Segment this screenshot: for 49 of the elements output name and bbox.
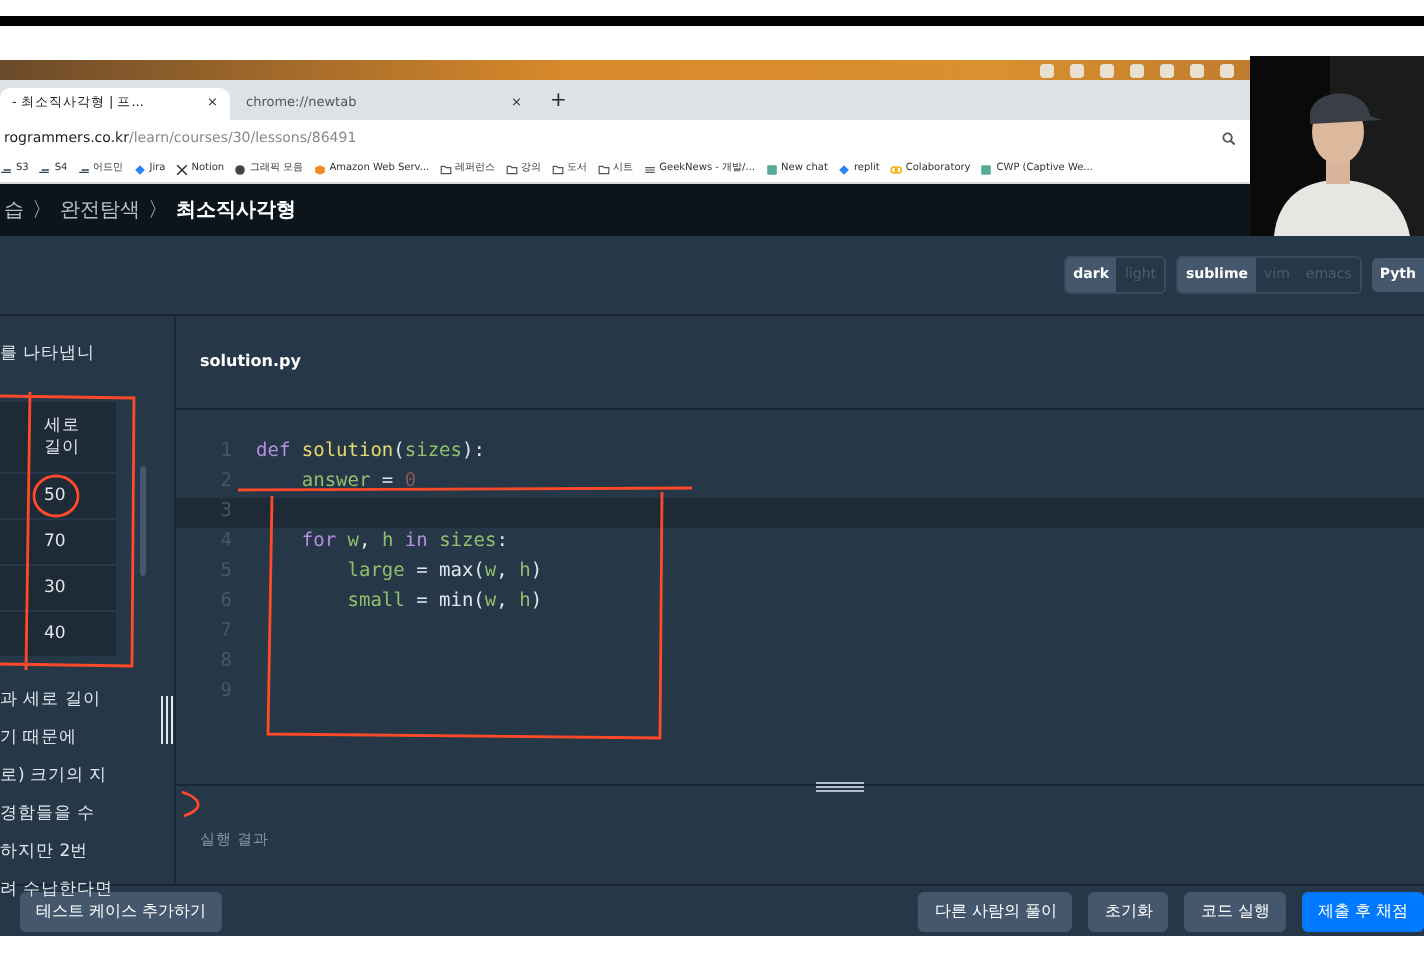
table-cell: 70 [44, 529, 66, 555]
breadcrumb-link[interactable]: 완전탐색 [60, 195, 140, 225]
problem-text: 기 때문에 [0, 726, 80, 753]
folder-icon [597, 163, 610, 175]
table-cell: 40 [44, 621, 66, 647]
problem-text: 경함들을 수 [0, 802, 98, 829]
folder-icon [551, 163, 564, 175]
new-tab-button[interactable]: + [538, 86, 579, 120]
extension-icon[interactable] [1160, 63, 1174, 77]
file-name[interactable]: solution.py [200, 350, 301, 374]
table-header: 세로 [44, 415, 80, 437]
table-cell: 50 [44, 483, 66, 509]
folder-icon [505, 163, 518, 175]
code-line: def solution(sizes): [256, 438, 485, 467]
breadcrumb-link[interactable]: 습 [4, 195, 24, 225]
code-line: small = min(w, h) [345, 588, 543, 617]
chevron-icon: 〉 [32, 195, 52, 225]
action-button[interactable]: 초기화 [1088, 891, 1169, 931]
folder-icon [439, 163, 452, 175]
problem-text: 를 나타냅니 [0, 342, 98, 369]
rings-icon [889, 163, 902, 175]
code-line: large = max(w, h) [345, 558, 543, 587]
resize-handle[interactable] [816, 782, 864, 792]
globe-icon [234, 163, 247, 175]
square-icon [765, 163, 777, 175]
table-header: 길이 [44, 437, 80, 459]
problem-text: 과 세로 길이 [0, 688, 103, 715]
diamond-icon [133, 163, 146, 175]
extension-icon[interactable] [1100, 63, 1114, 77]
extension-icon[interactable] [1190, 63, 1204, 77]
square-icon [980, 163, 993, 175]
action-button[interactable]: 코드 실행 [1184, 891, 1286, 931]
diamond-icon [837, 163, 850, 175]
code-line: for w, h in sizes: [299, 528, 508, 557]
cube-icon [313, 163, 326, 175]
action-button[interactable]: 제출 후 채점 [1301, 891, 1424, 931]
table-cell: 30 [44, 575, 66, 601]
scrollbar[interactable] [140, 466, 146, 576]
problem-text: 로) 크기의 지 [0, 764, 110, 791]
extension-icon[interactable] [1070, 63, 1084, 77]
action-button[interactable]: 다른 사람의 풀이 [918, 891, 1073, 931]
chevron-icon: 〉 [148, 195, 168, 225]
code-line: answer = 0 [299, 468, 417, 497]
problem-text: 하지만 2번 [0, 840, 91, 867]
extension-icon[interactable] [1040, 63, 1054, 77]
extension-icon[interactable] [1130, 63, 1144, 77]
list-icon [643, 163, 656, 175]
extension-icon[interactable] [1220, 63, 1234, 77]
zoom-icon[interactable] [1222, 131, 1236, 145]
